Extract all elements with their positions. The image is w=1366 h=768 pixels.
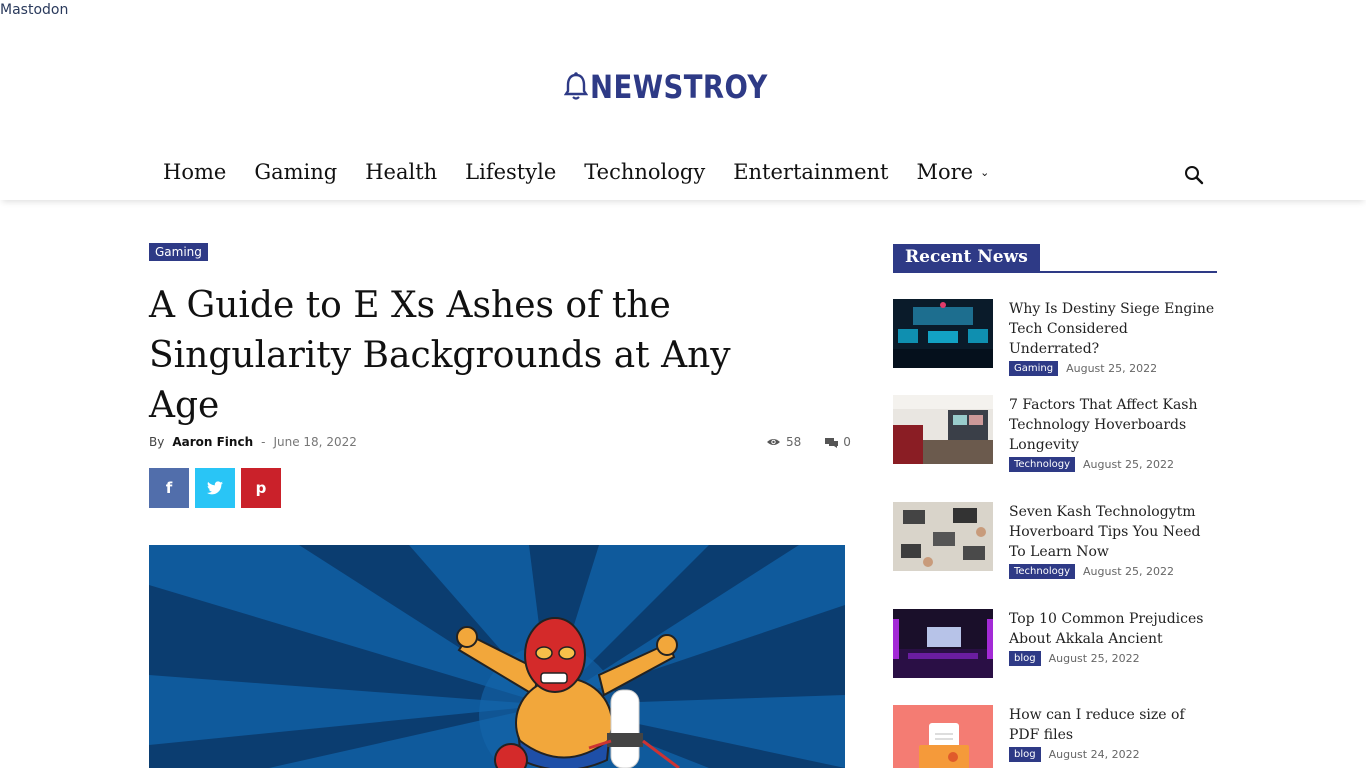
separator: - — [261, 435, 266, 449]
news-tag[interactable]: Gaming — [1009, 361, 1059, 376]
chevron-down-icon: ⌄ — [980, 165, 990, 179]
news-thumbnail[interactable] — [893, 395, 993, 464]
news-tag[interactable]: blog — [1009, 747, 1041, 762]
news-tag[interactable]: Technology — [1009, 564, 1076, 579]
news-date: August 25, 2022 — [1048, 652, 1140, 665]
pinterest-icon: p — [255, 479, 267, 497]
eye-icon — [767, 439, 780, 445]
news-title[interactable]: Why Is Destiny Siege Engine Tech Conside… — [1009, 299, 1217, 359]
article-date: June 18, 2022 — [273, 435, 357, 449]
news-title[interactable]: 7 Factors That Affect Kash Technology Ho… — [1009, 395, 1217, 455]
news-thumbnail[interactable] — [893, 705, 993, 768]
news-title[interactable]: How can I reduce size of PDF files — [1009, 705, 1217, 745]
main-nav: Home Gaming Health Lifestyle Technology … — [0, 150, 1366, 200]
nav-home[interactable]: Home — [149, 160, 240, 184]
news-item[interactable]: Seven Kash Technologytm Hoverboard Tips … — [893, 502, 1217, 579]
news-date: August 24, 2022 — [1048, 748, 1140, 761]
comment-icon — [825, 437, 839, 448]
news-item[interactable]: 7 Factors That Affect Kash Technology Ho… — [893, 395, 1217, 472]
news-thumbnail[interactable] — [893, 299, 993, 368]
category-badge[interactable]: Gaming — [149, 243, 208, 261]
news-title[interactable]: Top 10 Common Prejudices About Akkala An… — [1009, 609, 1217, 649]
news-item[interactable]: Why Is Destiny Siege Engine Tech Conside… — [893, 299, 1217, 376]
news-date: August 25, 2022 — [1066, 362, 1158, 375]
news-date: August 25, 2022 — [1083, 565, 1174, 578]
comments-link[interactable]: 0 — [825, 435, 851, 449]
author-link[interactable]: Aaron Finch — [172, 435, 253, 449]
article-meta: By Aaron Finch - June 18, 2022 — [149, 435, 357, 449]
logo-text: NEWSTROY — [590, 68, 768, 106]
luchador-illustration — [149, 545, 845, 768]
nav-more[interactable]: More ⌄ — [902, 160, 1003, 184]
news-tag[interactable]: blog — [1009, 651, 1041, 666]
share-buttons: f p — [149, 468, 281, 508]
news-thumbnail[interactable] — [893, 502, 993, 571]
twitter-icon — [207, 481, 223, 495]
news-item[interactable]: How can I reduce size of PDF files blog … — [893, 705, 1217, 768]
facebook-share-button[interactable]: f — [149, 468, 189, 508]
mastodon-link[interactable]: Mastodon — [0, 2, 68, 18]
featured-image — [149, 545, 845, 768]
twitter-share-button[interactable] — [195, 468, 235, 508]
nav-entertainment[interactable]: Entertainment — [719, 160, 902, 184]
nav-gaming[interactable]: Gaming — [240, 160, 351, 184]
facebook-icon: f — [165, 479, 173, 497]
nav-technology[interactable]: Technology — [570, 160, 719, 184]
recent-news-heading: Recent News — [893, 244, 1217, 273]
bell-icon — [564, 72, 589, 100]
comment-count: 0 — [843, 435, 851, 449]
news-thumbnail[interactable] — [893, 609, 993, 678]
view-count: 58 — [786, 435, 802, 449]
search-icon[interactable] — [1183, 164, 1205, 186]
article-title: A Guide to E Xs Ashes of the Singularity… — [149, 285, 731, 426]
news-date: August 25, 2022 — [1083, 458, 1174, 471]
news-title[interactable]: Seven Kash Technologytm Hoverboard Tips … — [1009, 502, 1217, 562]
news-tag[interactable]: Technology — [1009, 457, 1076, 472]
pinterest-share-button[interactable]: p — [241, 468, 281, 508]
site-logo[interactable]: NEWSTROY — [0, 68, 1366, 106]
nav-lifestyle[interactable]: Lifestyle — [451, 160, 570, 184]
news-item[interactable]: Top 10 Common Prejudices About Akkala An… — [893, 609, 1217, 678]
nav-health[interactable]: Health — [351, 160, 451, 184]
by-label: By — [149, 435, 165, 449]
article-stats: 58 0 — [766, 435, 851, 449]
